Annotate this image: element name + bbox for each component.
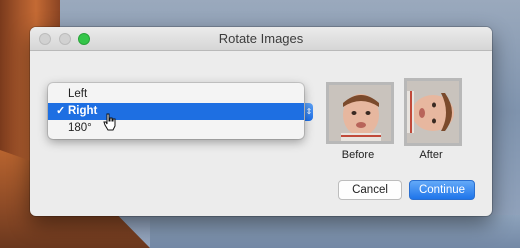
rotate-images-window: Rotate Images ⇕ Left ✓ Right 180° Before bbox=[30, 27, 492, 216]
cancel-button[interactable]: Cancel bbox=[338, 180, 402, 200]
rotation-popup-button[interactable]: ⇕ bbox=[305, 103, 313, 121]
menu-item-left[interactable]: Left bbox=[48, 86, 304, 103]
menu-item-180[interactable]: 180° bbox=[48, 120, 304, 137]
before-label: Before bbox=[341, 149, 375, 161]
menu-item-label: Right bbox=[68, 105, 98, 117]
menu-item-label: 180° bbox=[68, 122, 92, 134]
after-thumbnail bbox=[404, 78, 462, 146]
chevron-updown-icon: ⇕ bbox=[305, 107, 313, 116]
before-thumbnail bbox=[326, 82, 394, 144]
wallpaper-water bbox=[150, 215, 520, 248]
hand-cursor-icon bbox=[103, 113, 116, 131]
menu-item-label: Left bbox=[68, 88, 88, 100]
rotation-menu: Left ✓ Right 180° bbox=[48, 83, 304, 139]
checkmark-icon: ✓ bbox=[56, 105, 66, 117]
continue-button[interactable]: Continue bbox=[409, 180, 475, 200]
titlebar: Rotate Images bbox=[30, 27, 492, 51]
menu-item-right[interactable]: ✓ Right bbox=[48, 103, 304, 120]
child-photo-before bbox=[329, 85, 391, 141]
after-label: After bbox=[419, 149, 443, 161]
window-title: Rotate Images bbox=[218, 31, 304, 46]
child-photo-after bbox=[407, 81, 459, 143]
